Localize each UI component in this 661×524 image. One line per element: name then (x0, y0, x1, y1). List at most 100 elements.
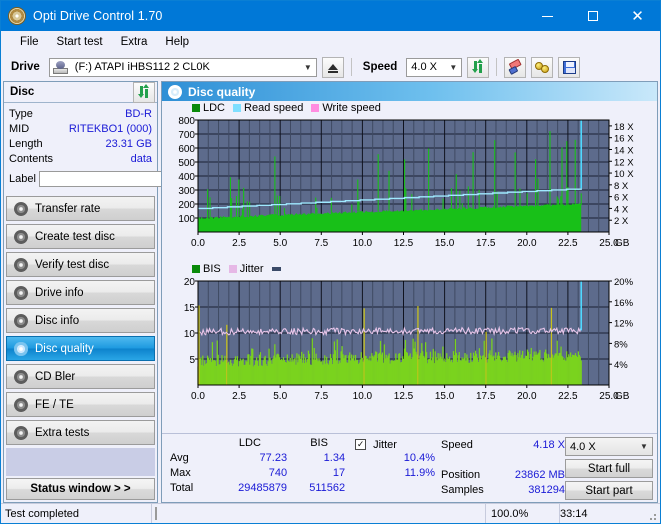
svg-text:17.5: 17.5 (476, 238, 496, 249)
sidebar-item-verify-test-disc[interactable]: Verify test disc (6, 252, 155, 277)
stats-col-bis: BIS 1.34 17 511562 (287, 437, 345, 500)
sidebar-item-drive-info[interactable]: Drive info (6, 280, 155, 305)
svg-text:2.5: 2.5 (232, 391, 246, 402)
disc-icon (14, 341, 28, 356)
svg-text:8%: 8% (614, 339, 628, 350)
ldc-chart[interactable]: 100 200 300 400 500 600 700 800 2 X4 X6 X8 X 10 X… (164, 114, 655, 262)
svg-text:10.0: 10.0 (353, 238, 373, 249)
chevron-down-icon: ▼ (640, 442, 648, 451)
stats-ldc-max: 740 (268, 467, 288, 479)
sidebar-item-label: CD Bler (35, 370, 76, 383)
sidebar-item-disc-info[interactable]: Disc info (6, 308, 155, 333)
svg-text:5.0: 5.0 (273, 391, 287, 402)
disc-panel-title: Disc (10, 86, 35, 98)
legend-entry-read-speed: Read speed (233, 102, 303, 114)
svg-text:10.0: 10.0 (353, 391, 373, 402)
toolbar: Drive (F:) ATAPI iHBS112 2 CL0K ▼ Speed … (1, 53, 660, 81)
stats-speed-value: 4.18 X (533, 438, 565, 451)
sidebar-item-create-test-disc[interactable]: Create test disc (6, 224, 155, 249)
svg-text:20.0: 20.0 (517, 391, 537, 402)
stats-header-bis: BIS (310, 437, 328, 449)
test-speed-select[interactable]: 4.0 X ▼ (565, 437, 653, 456)
drive-select[interactable]: (F:) ATAPI iHBS112 2 CL0K ▼ (48, 57, 317, 77)
sidebar-item-fe-te[interactable]: FE / TE (6, 392, 155, 417)
start-part-button[interactable]: Start part (565, 481, 653, 500)
svg-text:700: 700 (178, 130, 195, 141)
menu-item-help[interactable]: Help (156, 34, 198, 50)
menu-item-file[interactable]: File (11, 34, 48, 50)
disc-refresh-button[interactable] (133, 81, 155, 103)
svg-text:300: 300 (178, 186, 195, 197)
svg-text:5.0: 5.0 (273, 238, 287, 249)
close-button[interactable]: ✕ (615, 1, 660, 31)
legend-label-write-speed: Write speed (322, 101, 381, 114)
menu-item-start-test[interactable]: Start test (48, 34, 112, 50)
svg-text:500: 500 (178, 158, 195, 169)
svg-text:20: 20 (184, 277, 196, 288)
chevron-down-icon: ▼ (303, 62, 312, 72)
sidebar-filler (6, 448, 155, 476)
page-title: Disc quality (188, 84, 256, 99)
erase-button[interactable] (504, 56, 527, 78)
content-header: Disc quality (162, 82, 657, 101)
start-full-button[interactable]: Start full (565, 459, 653, 478)
disc-row-type-key: Type (9, 107, 33, 120)
svg-text:4 X: 4 X (614, 204, 629, 215)
stats-bis-total: 511562 (309, 482, 346, 494)
sidebar-item-extra-tests[interactable]: Extra tests (6, 420, 155, 445)
sidebar-item-label: Create test disc (35, 230, 115, 243)
content-panel: Disc quality LDC Read speed Write speed … (161, 81, 658, 503)
legend-label-jitter: Jitter (239, 262, 264, 275)
save-button[interactable] (558, 56, 581, 78)
svg-text:22.5: 22.5 (558, 238, 578, 249)
sidebar-item-transfer-rate[interactable]: Transfer rate (6, 196, 155, 221)
stats-corner (170, 437, 213, 452)
disc-panel-header: Disc (4, 81, 157, 103)
jitter-label: Jitter (373, 438, 397, 451)
legend-entry-jitter: Jitter (228, 262, 264, 275)
speed-select-value: 4.0 X (411, 61, 437, 73)
svg-text:14 X: 14 X (614, 145, 634, 156)
disc-icon (14, 369, 28, 384)
disc-row-contents-value: data (130, 152, 152, 165)
speed-select[interactable]: 4.0 X ▼ (406, 57, 463, 77)
jitter-checkbox[interactable]: ✓ (355, 439, 367, 450)
svg-text:15.0: 15.0 (435, 238, 455, 249)
legend-entry-write-speed: Write speed (311, 102, 381, 114)
disc-row-length-value: 23.31 GB (105, 137, 152, 150)
progress-track (155, 507, 157, 520)
resize-grip[interactable] (646, 510, 658, 522)
minimize-icon (542, 15, 553, 17)
ldc-chart-legend: LDC Read speed Write speed (164, 101, 655, 114)
sidebar-item-disc-quality[interactable]: Disc quality (6, 336, 155, 361)
refresh-button[interactable] (467, 56, 490, 78)
bitsetting-button[interactable] (531, 56, 554, 78)
main-body: Disc Type BD-R MID RITEKBO1 (000) Length… (1, 81, 660, 503)
svg-text:12 X: 12 X (614, 157, 634, 168)
disc-row-contents: Contents data (9, 151, 152, 166)
legend-swatch-write-speed (311, 103, 320, 112)
drive-select-value: (F:) ATAPI iHBS112 2 CL0K (74, 61, 210, 73)
status-window-button[interactable]: Status window > > (6, 478, 155, 500)
disc-label-row: Label (9, 168, 242, 189)
disc-icon (168, 84, 182, 99)
minimize-button[interactable] (525, 1, 570, 31)
toolbar-divider-1 (350, 58, 352, 76)
maximize-button[interactable] (570, 1, 615, 31)
ldc-chart-svg: 100 200 300 400 500 600 700 800 2 X4 X6 X8 X10 X… (178, 116, 634, 249)
stats-row-speed: Speed 4.18 X (441, 437, 565, 452)
stats-col-run: Speed 4.18 X Position 23862 MB Samples 3… (435, 437, 565, 500)
legend-marker (271, 266, 281, 271)
menu-item-extra[interactable]: Extra (112, 34, 157, 50)
bis-chart[interactable]: 5 10 15 20 4% 8% 12% 16% 20% 0.0 2.5 5.0 7.5 10.0 12.5… (164, 275, 655, 412)
sidebar-item-cd-bler[interactable]: CD Bler (6, 364, 155, 389)
eject-button[interactable] (321, 56, 344, 78)
test-speed-value: 4.0 X (570, 440, 596, 453)
stats-row-spacer (441, 452, 565, 467)
svg-text:18 X: 18 X (614, 122, 634, 133)
sidebar-item-label: Drive info (35, 286, 84, 299)
key-icon (534, 61, 550, 74)
elapsed-time: 33:14 (559, 504, 660, 523)
status-message: Test completed (1, 504, 152, 523)
stats-bis-max: 17 (332, 467, 346, 479)
